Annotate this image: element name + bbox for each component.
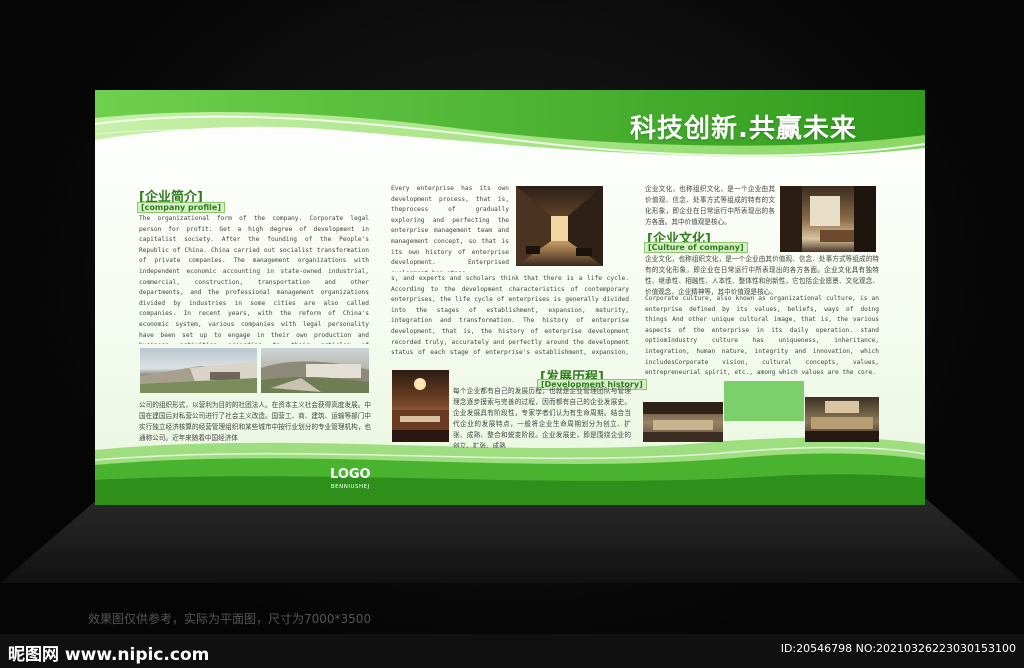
architecture-photo-1 — [140, 348, 257, 393]
preview-caption: 效果图仅供参考，实际为平面图，尺寸为7000*3500 — [88, 612, 372, 626]
logo-sub-text: BENNIUSHEJ — [330, 484, 370, 490]
image-id-watermark: ID:20546798 NO:20210326223030153100 — [780, 642, 1016, 655]
interior-photo-3 — [780, 186, 876, 252]
display-board: 科技创新.共赢未来 [企业简介] [company profile] The o… — [95, 90, 925, 505]
office-photo-1 — [643, 402, 723, 442]
green-block — [724, 381, 804, 421]
architecture-photo-2 — [261, 348, 369, 393]
culture-body-en: Corporate culture, also known as organiz… — [645, 295, 879, 376]
interior-photo-1 — [516, 186, 603, 266]
culture-subtitle: [Culture of company] — [644, 242, 748, 253]
logo-main-text: LOGO — [330, 467, 371, 482]
company-logo: LOGO BENNIUSHEJ — [330, 468, 371, 494]
middle-body-en: Every enterprise has its own development… — [391, 185, 509, 272]
interior-photo-2 — [392, 370, 449, 442]
profile-body-en: The organizational form of the company. … — [139, 215, 369, 344]
office-photo-2 — [805, 397, 879, 442]
site-watermark: 昵图网 www.nipic.com — [8, 645, 210, 665]
history-body-cn: 每个企业都有自己的发展历程，也就是企业管理团队与管理理念逐步摸索与完善的过程，因… — [453, 387, 631, 448]
culture-body-cn-top: 企业文化，也称组织文化，是一个企业由其价值观、信念、处事方式等组成的特有的文化形… — [645, 185, 775, 226]
profile-subtitle: [company profile] — [137, 202, 225, 213]
headline: 科技创新.共赢未来 — [630, 114, 857, 144]
profile-body-cn: 公司的组织形式，以营利为目的的社团法人。在资本主义社会获得高度发展。中国在建国后… — [139, 401, 371, 442]
middle-body-en-cont: s, and experts and scholars think that t… — [391, 275, 629, 360]
